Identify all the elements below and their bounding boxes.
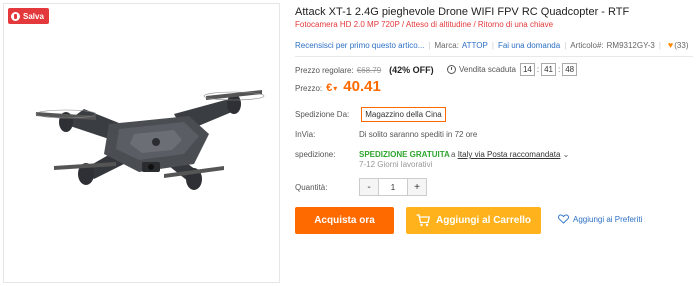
brand-link[interactable]: ATTOP bbox=[462, 41, 488, 50]
current-price-row: Prezzo: € ▾ 40.41 bbox=[295, 78, 381, 95]
brand-label: Marca: bbox=[434, 40, 459, 50]
product-subtitle: Fotocamera HD 2.0 MP 720P / Atteso di al… bbox=[295, 20, 554, 29]
warehouse-option[interactable]: Magazzino della Cina bbox=[361, 107, 446, 122]
meta-separator: | bbox=[491, 40, 494, 50]
quantity-row: Quantità: - 1 + bbox=[295, 178, 427, 196]
dispatch-row: InVia: Di solito saranno spediti in 72 o… bbox=[295, 130, 477, 139]
regular-price-label: Prezzo regolare: bbox=[295, 65, 354, 75]
discount-percent: (42% OFF) bbox=[389, 65, 434, 75]
current-price: 40.41 bbox=[343, 78, 381, 95]
timer-seconds: 48 bbox=[562, 63, 578, 76]
product-title: Attack XT-1 2.4G pieghevole Drone WIFI F… bbox=[295, 6, 630, 18]
timer-minutes: 41 bbox=[541, 63, 556, 76]
sale-timer: Vendita scaduta 14 : 41 : 48 bbox=[447, 63, 578, 76]
wishlist-link[interactable]: Aggiungi ai Preferiti bbox=[558, 214, 642, 224]
heart-outline-icon bbox=[558, 214, 569, 224]
review-link[interactable]: Recensisci per primo questo artico... bbox=[295, 41, 424, 50]
timer-colon: : bbox=[536, 65, 540, 74]
article-number: RM9312GY-3 bbox=[606, 40, 655, 50]
ask-question-link[interactable]: Fai una domanda bbox=[498, 41, 560, 50]
chevron-down-icon[interactable]: ⌄ bbox=[563, 150, 570, 159]
shipping-method[interactable]: a Italy via Posta raccomandata ⌄ bbox=[451, 150, 569, 159]
meta-separator: | bbox=[658, 40, 661, 50]
quantity-decrement-button[interactable]: - bbox=[360, 179, 378, 195]
chevron-down-icon[interactable]: ▾ bbox=[333, 84, 337, 93]
quantity-stepper: - 1 + bbox=[359, 178, 427, 196]
regular-price-row: Prezzo regolare: €68.79 (42% OFF) bbox=[295, 65, 434, 75]
divider bbox=[295, 56, 693, 57]
drone-image bbox=[35, 90, 265, 190]
meta-separator: | bbox=[428, 40, 431, 50]
quantity-increment-button[interactable]: + bbox=[408, 179, 426, 195]
pin-icon bbox=[11, 11, 20, 21]
quantity-label: Quantità: bbox=[295, 183, 328, 192]
ship-from-label: Spedizione Da: bbox=[295, 110, 350, 119]
meta-separator: | bbox=[564, 40, 567, 50]
cart-icon bbox=[416, 214, 430, 227]
save-badge-label: Salva bbox=[23, 11, 44, 21]
dispatch-value: Di solito saranno spediti in 72 ore bbox=[359, 130, 478, 139]
delivery-days: 7-12 Giorni lavorativi bbox=[359, 160, 433, 169]
product-image-panel[interactable]: Salva bbox=[3, 3, 280, 283]
regular-price-value: €68.79 bbox=[356, 65, 382, 75]
sale-timer-label: Vendita scaduta bbox=[459, 65, 516, 74]
ship-from-row: Spedizione Da: Magazzino della Cina bbox=[295, 107, 446, 122]
product-meta: Recensisci per primo questo artico... | … bbox=[295, 40, 695, 50]
add-to-cart-button[interactable]: Aggiungi al Carrello bbox=[406, 207, 541, 234]
shipping-via-prefix: a bbox=[451, 150, 456, 159]
price-label: Prezzo: bbox=[295, 84, 323, 93]
wishlist-label: Aggiungi ai Preferiti bbox=[573, 214, 643, 224]
shipping-row: spedizione: SPEDIZIONE GRATUITA a Italy … bbox=[295, 150, 569, 169]
timer-colon: : bbox=[557, 65, 561, 74]
quantity-input[interactable]: 1 bbox=[378, 179, 408, 195]
clock-icon bbox=[447, 65, 456, 74]
save-badge[interactable]: Salva bbox=[8, 8, 49, 24]
timer-hours: 14 bbox=[519, 63, 535, 76]
heart-icon[interactable]: ♥ bbox=[668, 40, 673, 50]
shipping-label: spedizione: bbox=[295, 150, 336, 159]
currency-selector[interactable]: € bbox=[326, 82, 332, 94]
favorites-count: (33) bbox=[674, 40, 689, 50]
shipping-method-link[interactable]: Italy via Posta raccomandata bbox=[458, 150, 561, 159]
buy-now-button[interactable]: Acquista ora bbox=[295, 207, 394, 234]
add-to-cart-label: Aggiungi al Carrello bbox=[435, 215, 531, 226]
free-shipping-label: SPEDIZIONE GRATUITA bbox=[359, 150, 450, 159]
dispatch-label: InVia: bbox=[295, 130, 316, 139]
article-label: Articolo#: bbox=[570, 40, 604, 50]
